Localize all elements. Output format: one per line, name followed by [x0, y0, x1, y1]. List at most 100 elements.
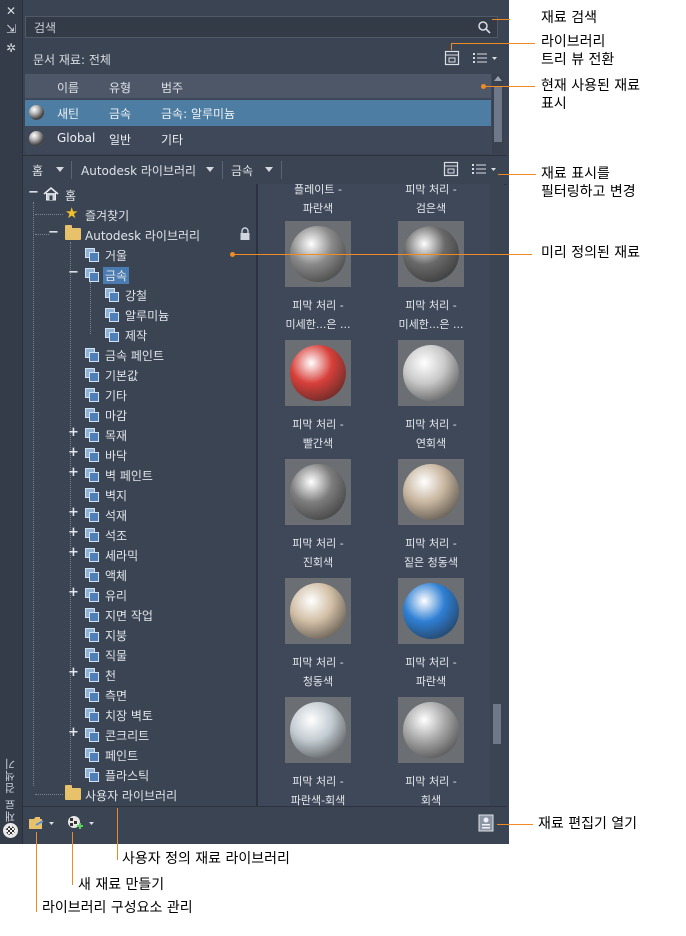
- library-category-icon: [85, 528, 99, 542]
- tile-caption: 피막 처리 - 파란색: [405, 656, 457, 688]
- palette-title: 재료 검색기: [4, 757, 17, 823]
- material-tile[interactable]: 피막 처리 - 진회색: [258, 456, 368, 576]
- row-category: 금속: 알루미늄: [161, 107, 236, 121]
- material-tile[interactable]: 피막 처리 - 미세한...은 ...: [371, 218, 481, 338]
- folder-icon: [65, 225, 81, 240]
- create-material-icon[interactable]: [67, 815, 97, 831]
- tree-item-label: 제작: [125, 329, 148, 343]
- manage-library-icon[interactable]: [28, 815, 56, 831]
- column-type[interactable]: 유형: [109, 79, 131, 96]
- material-tile[interactable]: 피막 처리 - 청동색: [258, 575, 368, 695]
- material-sphere-icon: [403, 345, 459, 401]
- expand-icon[interactable]: +: [68, 506, 79, 519]
- breadcrumb: 홈 Autodesk 라이브러리 금속: [23, 155, 507, 185]
- scroll-thumb[interactable]: [493, 704, 501, 744]
- material-tile[interactable]: 피막 처리 - 연회색: [371, 337, 481, 457]
- folder-icon: [65, 785, 81, 800]
- expand-icon[interactable]: +: [68, 526, 79, 539]
- document-materials-filter[interactable]: 문서 재료: 전체: [33, 51, 111, 68]
- palette-bottom-bar: [23, 806, 507, 839]
- library-category-icon: [85, 728, 99, 742]
- toggle-library-tree-icon[interactable]: [444, 50, 460, 66]
- library-category-icon: [85, 368, 99, 382]
- properties-icon[interactable]: ✲: [0, 41, 22, 55]
- tree-item-autodesk-library[interactable]: − Autodesk 라이브러리: [23, 224, 256, 244]
- expand-icon[interactable]: +: [68, 726, 79, 739]
- tile-caption: 피막 처리 - 청동색: [292, 656, 344, 688]
- material-swatch: [398, 340, 464, 406]
- expand-icon[interactable]: +: [68, 446, 79, 459]
- material-tile[interactable]: 피막 처리 - 파란색-회색: [258, 694, 368, 806]
- lock-icon: [240, 227, 250, 240]
- column-name[interactable]: 이름: [57, 79, 79, 96]
- annotation-custom-library: 사용자 정의 재료 라이브러리: [122, 851, 290, 867]
- collapse-icon[interactable]: −: [48, 226, 59, 239]
- expand-icon[interactable]: +: [68, 466, 79, 479]
- material-tile[interactable]: 피막 처리 - 검은색: [371, 184, 481, 222]
- chevron-down-icon[interactable]: [265, 167, 273, 172]
- expand-icon[interactable]: +: [68, 666, 79, 679]
- separator: [71, 161, 72, 179]
- palette-title-strip: ✕ ⇲ ✲ 재료 검색기: [0, 0, 23, 844]
- search-input[interactable]: [32, 19, 466, 37]
- library-category-icon: [85, 708, 99, 722]
- material-swatch: [285, 459, 351, 525]
- library-category-icon: [105, 288, 119, 302]
- auto-hide-icon[interactable]: ⇲: [0, 22, 22, 36]
- home-icon: [43, 186, 59, 201]
- breadcrumb-library[interactable]: Autodesk 라이브러리: [81, 162, 196, 179]
- tile-caption: 플레이트 - 파란색: [294, 184, 342, 215]
- library-category-icon: [85, 628, 99, 642]
- table-row[interactable]: 새틴 금속 금속: 알루미늄: [25, 100, 491, 126]
- material-tile[interactable]: 피막 처리 - 빨간색: [258, 337, 368, 457]
- material-sphere-icon: [290, 464, 346, 520]
- material-tile[interactable]: 플레이트 - 파란색: [258, 184, 368, 222]
- chevron-down-icon[interactable]: [56, 167, 64, 172]
- material-thumbnail: [29, 131, 44, 146]
- material-sphere-icon: [290, 702, 346, 758]
- collapse-icon[interactable]: −: [28, 186, 39, 199]
- expand-icon[interactable]: +: [68, 546, 79, 559]
- tree-item-label: 치장 벽토: [105, 709, 153, 723]
- view-options-icon[interactable]: [472, 50, 498, 66]
- scroll-up-arrow-icon[interactable]: [494, 76, 502, 81]
- display-options-icon[interactable]: [471, 161, 497, 177]
- open-material-editor-icon[interactable]: [478, 814, 494, 832]
- tree-item-label: 벽 페인트: [105, 469, 153, 483]
- grid-scrollbar[interactable]: [490, 184, 504, 806]
- tree-item-label: 홈: [65, 189, 77, 203]
- library-category-icon: [105, 328, 119, 342]
- annotation-filter: 재료 표시를 필터링하고 변경: [541, 166, 636, 200]
- scroll-thumb[interactable]: [494, 87, 502, 142]
- tree-item-label: 석재: [105, 509, 128, 523]
- toggle-library-tree-icon[interactable]: [443, 161, 459, 177]
- search-box[interactable]: [25, 16, 498, 38]
- material-tile[interactable]: 피막 처리 - 미세한...은 ...: [258, 218, 368, 338]
- tile-caption: 피막 처리 - 빨간색: [292, 418, 344, 450]
- annotation-toggle-tree: 라이브러리 트리 뷰 전환: [541, 34, 615, 68]
- library-category-icon: [85, 408, 99, 422]
- material-tile[interactable]: 피막 처리 - 회색: [371, 694, 481, 806]
- close-icon[interactable]: ✕: [0, 4, 22, 18]
- library-tree: − 홈 ★ 즐겨찾기 − Autodesk 라이브러리 거울 − 금속 강철 알…: [23, 184, 256, 806]
- collapse-icon[interactable]: −: [68, 266, 79, 279]
- tile-caption: 피막 처리 - 파란색-회색: [290, 775, 346, 806]
- star-icon: ★: [65, 204, 79, 222]
- material-swatch: [398, 697, 464, 763]
- library-category-icon: [85, 488, 99, 502]
- library-category-icon: [85, 688, 99, 702]
- tree-item-label: 기타: [105, 389, 128, 403]
- expand-icon[interactable]: +: [68, 426, 79, 439]
- search-icon[interactable]: [477, 20, 491, 34]
- breadcrumb-home[interactable]: 홈: [32, 162, 43, 179]
- material-tile[interactable]: 피막 처리 - 파란색: [371, 575, 481, 695]
- tree-item-label: 지붕: [105, 629, 128, 643]
- chevron-down-icon[interactable]: [206, 167, 214, 172]
- column-category[interactable]: 범주: [161, 79, 183, 96]
- table-row[interactable]: Global 일반 기타: [25, 126, 491, 152]
- breadcrumb-category[interactable]: 금속: [231, 162, 253, 179]
- material-tile[interactable]: 피막 처리 - 짙은 청동색: [371, 456, 481, 576]
- library-category-icon: [85, 648, 99, 662]
- annotation-new-material: 새 재료 만들기: [78, 877, 165, 893]
- expand-icon[interactable]: +: [68, 586, 79, 599]
